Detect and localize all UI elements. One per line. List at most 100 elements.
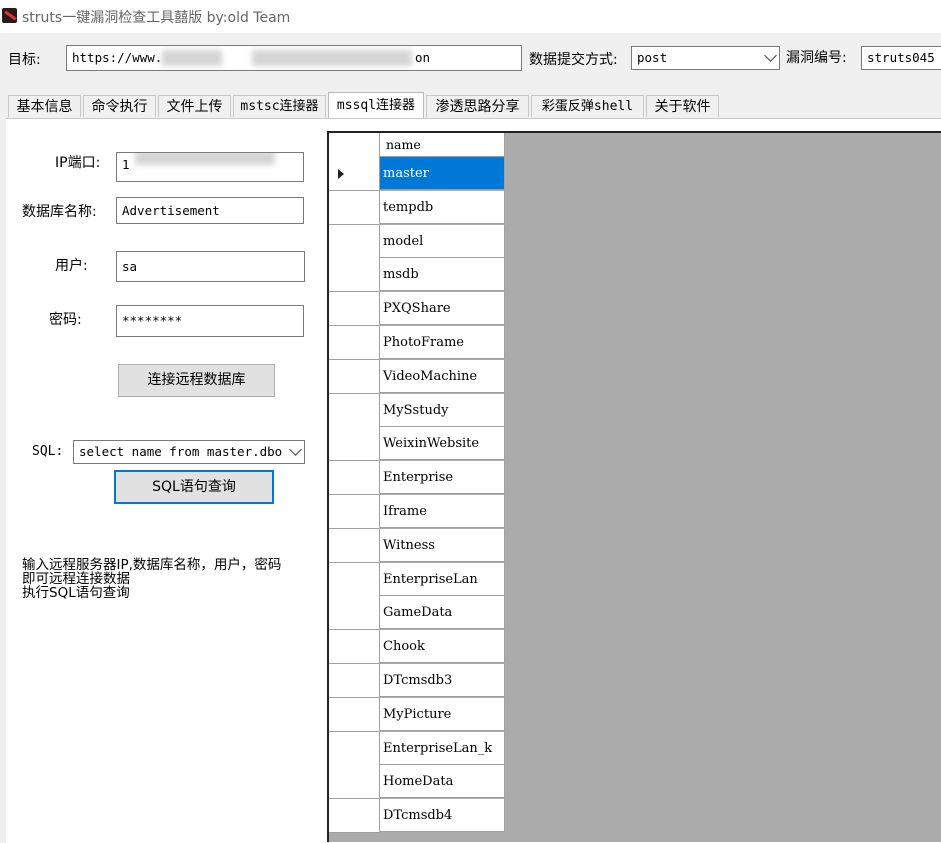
row-header[interactable] [329, 393, 380, 428]
table-cell[interactable]: WeixinWebsite [380, 427, 505, 461]
table-row[interactable]: Enterprise [329, 461, 505, 496]
table-row[interactable]: VideoMachine [329, 359, 505, 394]
chevron-down-icon[interactable] [289, 443, 302, 456]
table-cell[interactable]: Witness [380, 528, 505, 562]
sql-select[interactable]: select name from master.dbo [73, 440, 305, 464]
vuln-id-input[interactable]: struts045 [861, 46, 941, 70]
row-header[interactable] [329, 731, 380, 766]
table-cell[interactable]: MySstudy [380, 393, 505, 427]
current-row-arrow-icon [338, 169, 344, 179]
row-header[interactable] [329, 495, 380, 529]
method-label: 数据提交方式: [529, 52, 618, 68]
row-header[interactable] [329, 596, 380, 631]
row-header[interactable] [329, 326, 380, 360]
row-header[interactable] [329, 765, 380, 800]
table-cell[interactable]: model [380, 224, 505, 258]
tab-pentest-ideas[interactable]: 渗透思路分享 [426, 95, 529, 117]
chevron-down-icon[interactable] [764, 49, 777, 62]
vuln-value: struts045 [867, 50, 935, 65]
row-header[interactable] [329, 190, 380, 225]
table-row[interactable]: MySstudy [329, 393, 505, 428]
table-row[interactable]: HomeData [329, 765, 505, 800]
grid-corner [329, 133, 380, 158]
window-title: struts一键漏洞检查工具囍版 by:old Team [22, 10, 291, 26]
table-cell[interactable]: msdb [380, 258, 505, 292]
table-row[interactable]: Iframe [329, 495, 505, 529]
help-line: 执行SQL语句查询 [22, 585, 130, 601]
table-row[interactable]: WeixinWebsite [329, 427, 505, 462]
row-header[interactable] [329, 799, 380, 834]
table-cell[interactable]: EnterpriseLan_k [380, 731, 505, 765]
row-header[interactable] [329, 697, 380, 732]
table-cell[interactable]: Iframe [380, 495, 505, 528]
table-row[interactable]: MyPicture [329, 697, 505, 732]
table-cell[interactable]: DTcmsdb3 [380, 664, 505, 697]
method-select[interactable]: post [631, 46, 780, 70]
tab-about[interactable]: 关于软件 [646, 95, 719, 117]
password-input[interactable]: ******** [116, 305, 304, 337]
ip-label: IP端口: [55, 155, 101, 171]
row-header[interactable] [329, 528, 380, 563]
db-name-input[interactable]: Advertisement [116, 197, 304, 224]
row-header[interactable] [329, 562, 380, 597]
row-header[interactable] [329, 427, 380, 462]
sql-value: select name from master.dbo [79, 444, 283, 459]
table-cell[interactable]: VideoMachine [380, 359, 505, 393]
row-header[interactable] [329, 461, 380, 496]
table-row[interactable]: msdb [329, 258, 505, 293]
table-row[interactable]: Witness [329, 528, 505, 563]
table-cell[interactable]: Chook [380, 630, 505, 664]
table-cell[interactable]: HomeData [380, 765, 505, 799]
table-row[interactable]: Chook [329, 630, 505, 665]
redacted-block [252, 50, 412, 66]
table-row[interactable]: DTcmsdb4 [329, 799, 505, 834]
tab-mssql[interactable]: mssql连接器 [328, 92, 424, 118]
target-url-start: https://www. [72, 50, 163, 65]
table-cell[interactable]: EnterpriseLan [380, 562, 505, 596]
column-header-name[interactable]: name [380, 133, 505, 157]
ip-port-input[interactable]: 1 [116, 152, 304, 182]
target-url-input[interactable]: https://www. on [66, 45, 522, 71]
help-line: 即可远程连接数据 [22, 571, 130, 587]
user-input[interactable]: sa [116, 251, 305, 282]
row-header[interactable] [329, 157, 380, 191]
table-cell[interactable]: GameData [380, 596, 505, 630]
tab-command-exec[interactable]: 命令执行 [83, 95, 156, 117]
table-cell[interactable]: MyPicture [380, 697, 505, 731]
table-cell[interactable]: tempdb [380, 190, 505, 224]
sql-query-button[interactable]: SQL语句查询 [114, 470, 274, 504]
table-row[interactable]: EnterpriseLan [329, 562, 505, 597]
tab-mstsc[interactable]: mstsc连接器 [233, 95, 326, 117]
table-row[interactable]: EnterpriseLan_k [329, 731, 505, 766]
table-row[interactable]: master [329, 157, 505, 191]
table-cell[interactable]: PXQShare [380, 292, 505, 326]
results-grid[interactable]: name master tempdb model msdb PXQShare PhotoF… [327, 131, 941, 842]
redacted-block [162, 50, 222, 66]
target-url-end: on [415, 50, 431, 65]
row-header[interactable] [329, 224, 380, 259]
table-cell[interactable]: PhotoFrame [380, 326, 505, 359]
row-header[interactable] [329, 258, 380, 293]
table-cell[interactable]: Enterprise [380, 461, 505, 495]
table-row[interactable]: GameData [329, 596, 505, 631]
row-header[interactable] [329, 664, 380, 698]
row-header[interactable] [329, 359, 380, 394]
table-row[interactable]: model [329, 224, 505, 259]
title-bar: struts一键漏洞检查工具囍版 by:old Team [0, 0, 941, 33]
table-row[interactable]: PXQShare [329, 292, 505, 327]
user-label: 用户: [55, 258, 88, 274]
table-row[interactable]: DTcmsdb3 [329, 664, 505, 698]
help-line: 输入远程服务器IP,数据库名称，用户，密码 [22, 557, 282, 573]
row-header[interactable] [329, 630, 380, 665]
connect-db-button[interactable]: 连接远程数据库 [118, 364, 275, 397]
row-header[interactable] [329, 292, 380, 327]
tab-reverse-shell[interactable]: 彩蛋反弹shell [531, 95, 644, 117]
table-cell[interactable]: DTcmsdb4 [380, 799, 505, 833]
table-cell[interactable]: master [380, 157, 505, 190]
tab-basic-info[interactable]: 基本信息 [8, 95, 81, 117]
app-icon [2, 8, 17, 23]
tab-file-upload[interactable]: 文件上传 [158, 95, 231, 117]
table-row[interactable]: tempdb [329, 190, 505, 225]
sql-label: SQL: [32, 444, 64, 459]
table-row[interactable]: PhotoFrame [329, 326, 505, 360]
